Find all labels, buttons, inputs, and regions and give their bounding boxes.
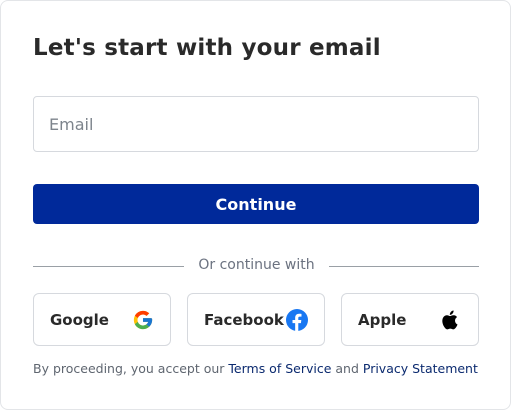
privacy-statement-link[interactable]: Privacy Statement: [363, 361, 478, 376]
apple-button[interactable]: Apple: [341, 293, 479, 346]
google-icon: [133, 310, 153, 330]
legal-prefix: By proceeding, you accept our: [33, 361, 229, 376]
google-button-label: Google: [50, 311, 109, 329]
legal-conjunction: and: [331, 361, 363, 376]
page-title: Let's start with your email: [33, 35, 381, 61]
email-input[interactable]: [34, 97, 478, 151]
apple-icon: [442, 310, 458, 330]
divider-line-left: [33, 266, 184, 267]
divider-text: Or continue with: [198, 257, 315, 273]
facebook-icon: [286, 309, 308, 331]
divider-line-right: [329, 266, 479, 267]
continue-button[interactable]: Continue: [33, 184, 479, 224]
divider: Or continue with: [33, 257, 479, 275]
apple-button-label: Apple: [358, 311, 407, 329]
terms-of-service-link[interactable]: Terms of Service: [228, 361, 331, 376]
legal-text: By proceeding, you accept our Terms of S…: [33, 361, 478, 376]
login-card: Let's start with your email Continue Or …: [0, 0, 511, 410]
email-field[interactable]: [33, 96, 479, 152]
facebook-button[interactable]: Facebook: [187, 293, 325, 346]
google-button[interactable]: Google: [33, 293, 171, 346]
facebook-button-label: Facebook: [204, 311, 284, 329]
